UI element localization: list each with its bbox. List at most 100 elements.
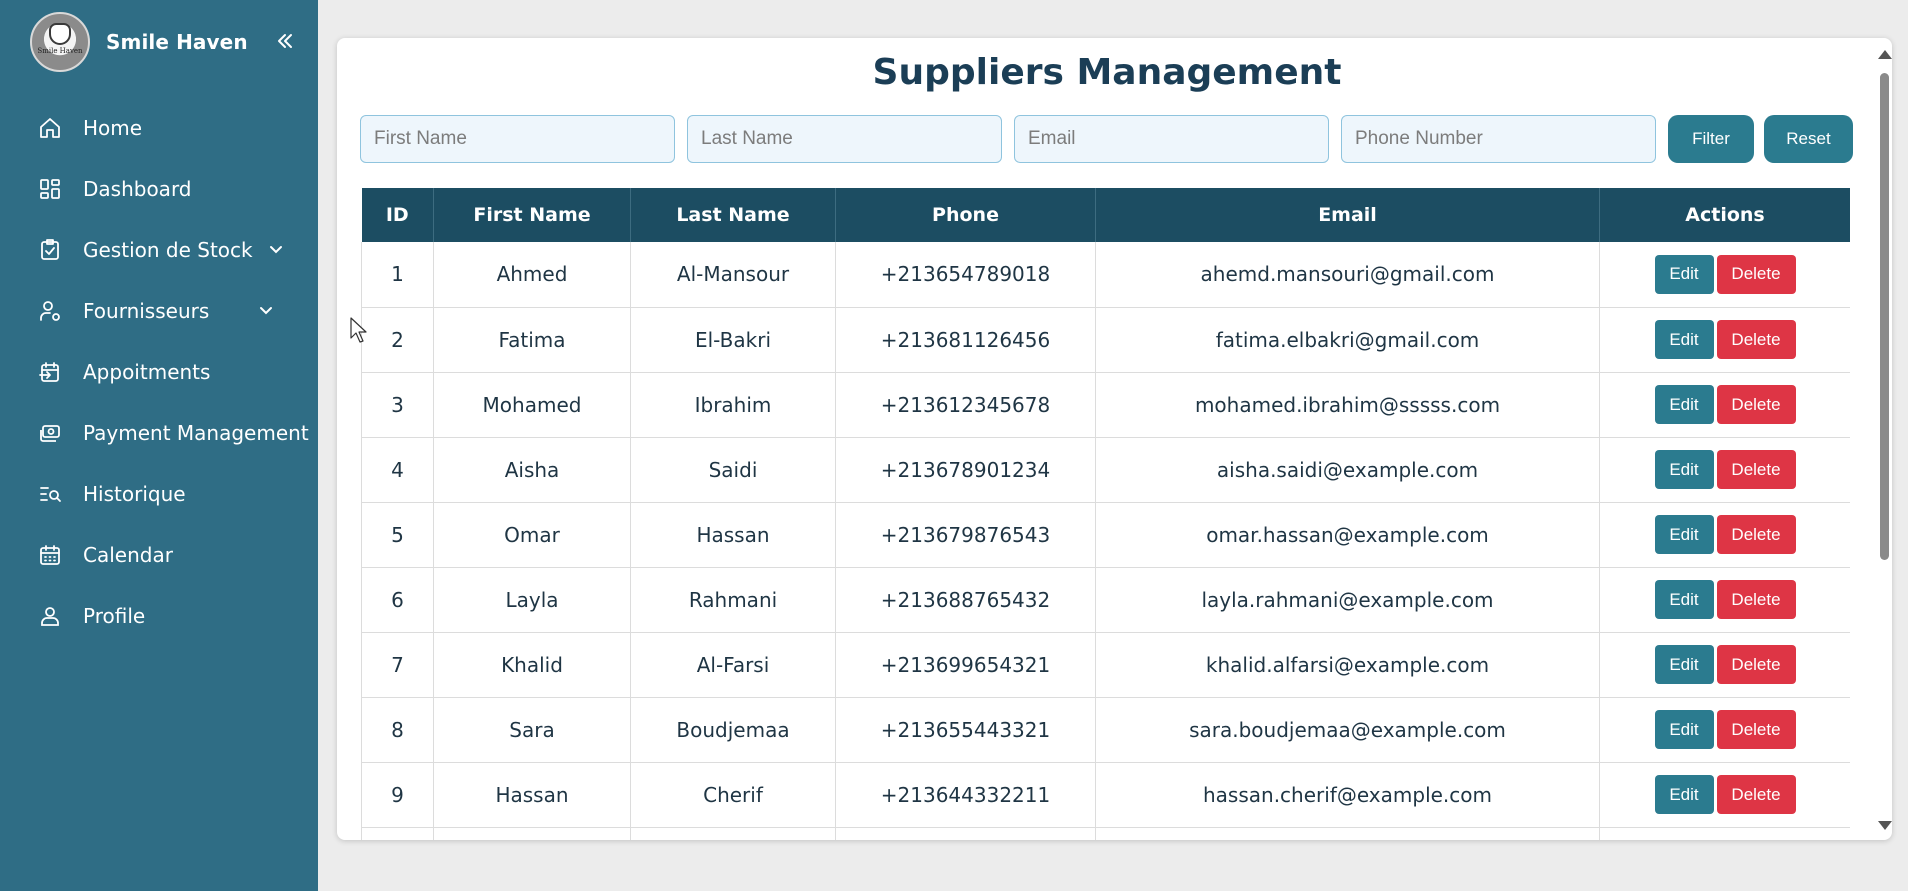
cell-first-name: Fatima [433, 307, 631, 373]
home-icon [37, 115, 63, 141]
cell-phone: +213688765432 [835, 567, 1096, 633]
cell-actions: Edit Delete [1599, 762, 1850, 828]
sidebar-item-dashboard[interactable]: Dashboard [0, 158, 318, 219]
cell-last-name: Al-Mansour [630, 242, 836, 308]
table-row: 3 Mohamed Ibrahim +213612345678 mohamed.ibra… [361, 372, 1850, 438]
cell-id: 4 [361, 437, 434, 503]
table-row: 4 Aisha Saidi +213678901234 aisha.saidi@exam… [361, 437, 1850, 503]
delete-button[interactable]: Delete [1716, 254, 1796, 294]
cell-first-name: Hassan [433, 762, 631, 828]
cell-first-name: Mohamed [433, 372, 631, 438]
cell-email: omar.hassan@example.com [1095, 502, 1600, 568]
cell-empty [630, 827, 836, 840]
column-header-actions: Actions [1599, 188, 1850, 242]
edit-button[interactable]: Edit [1654, 645, 1714, 684]
cell-empty [1095, 827, 1600, 840]
logo: Smile Haven [30, 12, 90, 72]
edit-button[interactable]: Edit [1654, 450, 1714, 489]
cell-empty [1599, 827, 1850, 840]
column-header-email[interactable]: Email [1095, 188, 1600, 242]
sidebar: Smile Haven Smile Haven Home Dashboard G… [0, 0, 318, 891]
logo-text: Smile Haven [37, 47, 83, 55]
phone-filter-input[interactable] [1341, 115, 1656, 163]
suppliers-table: ID First Name Last Name Phone Email Acti… [361, 188, 1850, 840]
delete-button[interactable]: Delete [1716, 645, 1796, 684]
scroll-up-arrow-icon[interactable] [1878, 50, 1892, 59]
cell-first-name: Ahmed [433, 242, 631, 308]
cell-first-name: Aisha [433, 437, 631, 503]
table-row: 9 Hassan Cherif +213644332211 hassan.cherif@… [361, 762, 1850, 828]
column-header-last-name[interactable]: Last Name [630, 188, 836, 242]
column-header-phone[interactable]: Phone [835, 188, 1096, 242]
table-row: 7 Khalid Al-Farsi +213699654321 khalid.alfar… [361, 632, 1850, 698]
cell-id: 1 [361, 242, 434, 308]
cell-empty [835, 827, 1096, 840]
sidebar-nav: Home Dashboard Gestion de Stock Fourniss… [0, 97, 318, 646]
scrollbar-thumb[interactable] [1880, 73, 1889, 560]
cell-email: sara.boudjemaa@example.com [1095, 697, 1600, 763]
sidebar-item-calendar[interactable]: Calendar [0, 524, 318, 585]
sidebar-item-label: Home [83, 115, 143, 140]
cell-email: mohamed.ibrahim@sssss.com [1095, 372, 1600, 438]
table-row: 1 Ahmed Al-Mansour +213654789018 ahemd.manso… [361, 242, 1850, 308]
reset-button[interactable]: Reset [1764, 115, 1853, 163]
edit-button[interactable]: Edit [1654, 580, 1714, 619]
last-name-filter-input[interactable] [687, 115, 1002, 163]
delete-button[interactable]: Delete [1716, 775, 1796, 814]
cell-phone: +213679876543 [835, 502, 1096, 568]
email-filter-input[interactable] [1014, 115, 1329, 163]
delete-button[interactable]: Delete [1716, 320, 1796, 359]
first-name-filter-input[interactable] [360, 115, 675, 163]
edit-button[interactable]: Edit [1654, 775, 1714, 814]
cell-id: 7 [361, 632, 434, 698]
edit-button[interactable]: Edit [1654, 515, 1714, 554]
sidebar-item-gestion-de-stock[interactable]: Gestion de Stock [0, 219, 318, 280]
filter-button[interactable]: Filter [1668, 115, 1754, 163]
cell-phone: +213655443321 [835, 697, 1096, 763]
delete-button[interactable]: Delete [1716, 580, 1796, 619]
cell-empty [361, 827, 434, 840]
cell-last-name: Boudjemaa [630, 697, 836, 763]
cell-id: 2 [361, 307, 434, 373]
table-row: 5 Omar Hassan +213679876543 omar.hassan@exam… [361, 502, 1850, 568]
table-row: 2 Fatima El-Bakri +213681126456 fatima.elbak… [361, 307, 1850, 373]
cell-id: 6 [361, 567, 434, 633]
scroll-down-arrow-icon[interactable] [1878, 821, 1892, 830]
sidebar-item-fournisseurs[interactable]: Fournisseurs [0, 280, 318, 341]
chevron-down-icon[interactable] [266, 239, 286, 259]
collapse-sidebar-button[interactable] [272, 28, 298, 54]
delete-button[interactable]: Delete [1716, 515, 1796, 554]
edit-button[interactable]: Edit [1654, 320, 1714, 359]
edit-button[interactable]: Edit [1654, 710, 1714, 749]
user-icon [37, 603, 63, 629]
delete-button[interactable]: Delete [1716, 710, 1796, 749]
cell-phone: +213681126456 [835, 307, 1096, 373]
dashboard-icon [37, 176, 63, 202]
cell-id: 9 [361, 762, 434, 828]
cell-phone: +213612345678 [835, 372, 1096, 438]
sidebar-item-payment-management[interactable]: Payment Management [0, 402, 318, 463]
chevron-down-icon[interactable] [256, 300, 276, 320]
sidebar-item-label: Appoitments [83, 359, 211, 384]
money-icon [37, 420, 63, 446]
sidebar-item-appoitments[interactable]: Appoitments [0, 341, 318, 402]
cell-first-name: Sara [433, 697, 631, 763]
cell-last-name: Al-Farsi [630, 632, 836, 698]
edit-button[interactable]: Edit [1654, 254, 1714, 294]
cell-actions: Edit Delete [1599, 307, 1850, 373]
delete-button[interactable]: Delete [1716, 385, 1796, 424]
calendar-arrow-icon [37, 359, 63, 385]
sidebar-item-profile[interactable]: Profile [0, 585, 318, 646]
column-header-id[interactable]: ID [361, 188, 434, 242]
sidebar-item-label: Gestion de Stock [83, 237, 253, 262]
cell-first-name: Layla [433, 567, 631, 633]
delete-button[interactable]: Delete [1716, 450, 1796, 489]
cell-actions: Edit Delete [1599, 632, 1850, 698]
edit-button[interactable]: Edit [1654, 385, 1714, 424]
sidebar-item-label: Payment Management [83, 420, 309, 445]
column-header-first-name[interactable]: First Name [433, 188, 631, 242]
cell-actions: Edit Delete [1599, 697, 1850, 763]
sidebar-item-historique[interactable]: Historique [0, 463, 318, 524]
vertical-scrollbar[interactable] [1877, 46, 1892, 836]
sidebar-item-home[interactable]: Home [0, 97, 318, 158]
